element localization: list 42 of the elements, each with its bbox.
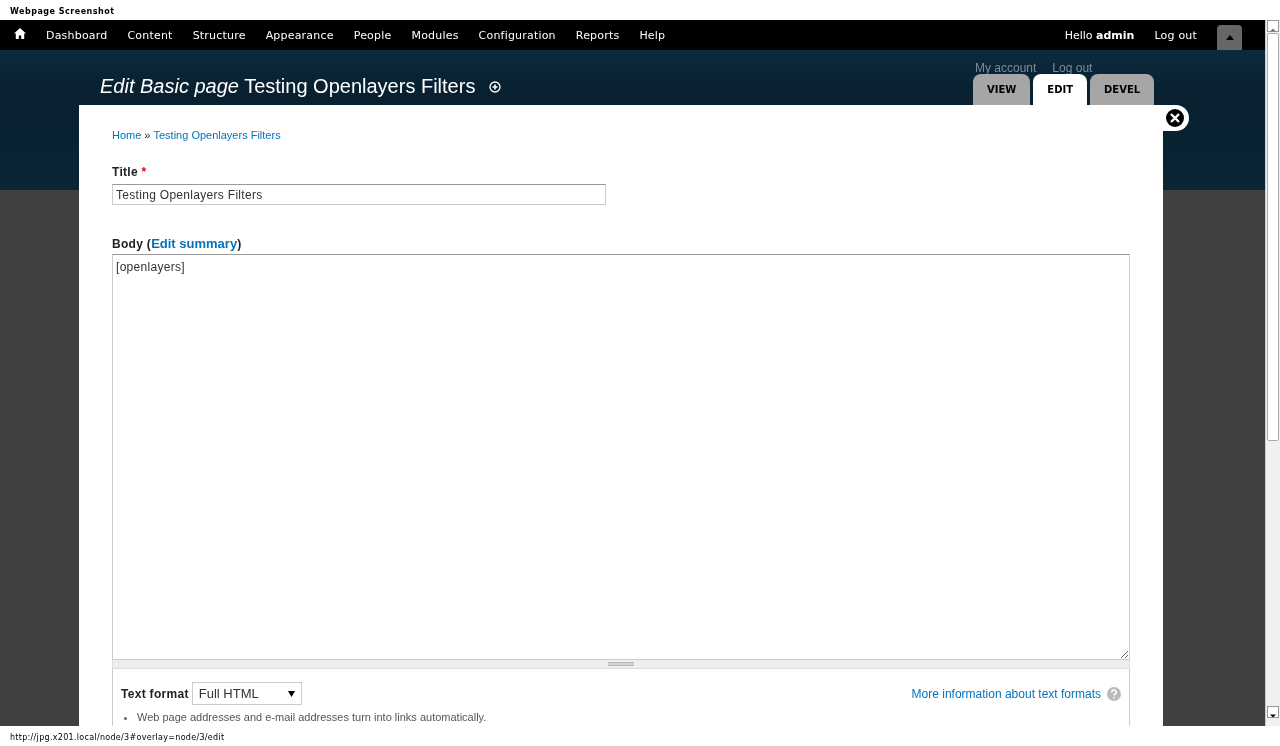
add-shortcut-icon[interactable]: [489, 80, 502, 93]
toolbar-menu-link[interactable]: Structure: [192, 28, 246, 42]
body-label-paren: ): [237, 237, 242, 251]
text-formats-help-link[interactable]: More information about text formats: [911, 686, 1101, 701]
close-button[interactable]: [1165, 108, 1185, 128]
home-icon: [14, 28, 26, 39]
toolbar-menu-link[interactable]: Modules: [411, 28, 459, 42]
tab[interactable]: EDIT: [1033, 74, 1087, 105]
dropdown-caret-icon: [287, 690, 295, 697]
status-url: http://jpg.x201.local/node/3#overlay=node/3/edit: [10, 732, 225, 744]
toolbar-menu-link[interactable]: Configuration: [478, 28, 556, 42]
caption-text: Webpage Screenshot: [10, 6, 115, 18]
shortcuts-toggle-button[interactable]: [1217, 25, 1242, 50]
up-triangle-icon: [1225, 35, 1234, 40]
breadcrumb-link[interactable]: Testing Openlayers Filters: [153, 129, 281, 141]
logout-link[interactable]: Log out: [1154, 28, 1197, 42]
toolbar-menu-link[interactable]: Appearance: [265, 28, 334, 42]
help-icon[interactable]: [1107, 686, 1121, 701]
home-link[interactable]: [14, 28, 26, 42]
title-label: Title *: [112, 165, 147, 179]
body-textarea-field[interactable]: [openlayers]: [112, 254, 1130, 660]
tab[interactable]: VIEW: [973, 74, 1031, 105]
toolbar-menu-link[interactable]: People: [353, 28, 392, 42]
toolbar-menu-link[interactable]: Help: [639, 28, 666, 42]
title-input-field[interactable]: Testing Openlayers Filters: [112, 184, 606, 205]
text-format-label: Text format: [121, 686, 189, 701]
breadcrumb-link[interactable]: Home: [112, 129, 142, 141]
breadcrumb-separator: »: [144, 129, 151, 141]
toolbar-menu-link[interactable]: Content: [127, 28, 173, 42]
edit-summary-link[interactable]: Edit summary: [151, 236, 238, 251]
resize-grip[interactable]: [112, 660, 1130, 669]
grip-lines-icon: [608, 662, 634, 666]
format-tip: Web page addresses and e-mail addresses turn into links automatically.: [121, 711, 487, 723]
toolbar-menu-link[interactable]: Reports: [575, 28, 620, 42]
text-format-select[interactable]: Full HTML: [191, 682, 302, 705]
toolbar-menu-link[interactable]: Dashboard: [46, 28, 108, 42]
secondary-link[interactable]: Log out: [1052, 61, 1093, 75]
greeting-text: Hello admin: [1064, 28, 1135, 42]
secondary-link[interactable]: My account: [975, 61, 1037, 75]
body-label: Body (: [112, 237, 152, 251]
tab[interactable]: DEVEL: [1090, 74, 1155, 105]
page-title: Edit Basic page Testing Openlayers Filters: [100, 75, 476, 98]
